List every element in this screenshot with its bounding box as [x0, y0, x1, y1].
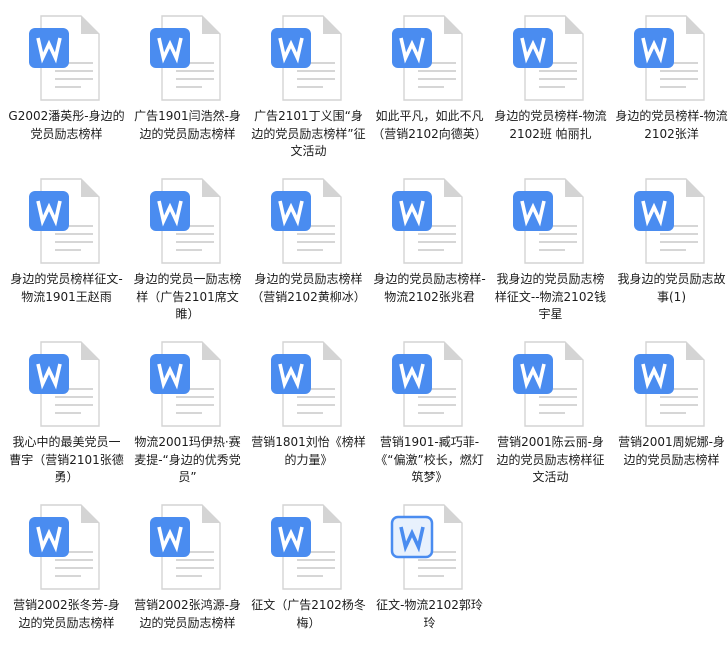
- file-item[interactable]: 我身边的党员励志故事(1): [611, 171, 728, 334]
- file-name-label: 身边的党员励志榜样-物流2102张兆君: [373, 272, 486, 304]
- file-item[interactable]: 身边的党员一励志榜样（广告2101席文睢）: [127, 171, 248, 334]
- word-doc-icon: [392, 15, 463, 101]
- file-item[interactable]: 广告2101丁义围“身边的党员励志榜样”征文活动: [248, 8, 369, 171]
- file-name-label: 营销1801刘怡《榜样的力量》: [251, 435, 366, 467]
- file-name-label: 营销2002张鸿源-身边的党员励志榜样: [134, 598, 241, 630]
- file-item[interactable]: 广告1901闫浩然-身边的党员励志榜样: [127, 8, 248, 171]
- file-item[interactable]: 我心中的最美党员一曹宇（营销2101张德勇）: [6, 334, 127, 497]
- file-item[interactable]: 征文-物流2102郭玲玲: [369, 497, 490, 660]
- word-doc-icon: [150, 178, 221, 264]
- word-doc-icon: [634, 341, 705, 427]
- file-name-label: 营销2001周妮娜-身边的党员励志榜样: [618, 435, 725, 467]
- file-name-label: 广告2101丁义围“身边的党员励志榜样”征文活动: [251, 109, 366, 158]
- word-doc-icon: [513, 15, 584, 101]
- file-item[interactable]: 营销2001周妮娜-身边的党员励志榜样: [611, 334, 728, 497]
- file-item[interactable]: 营销1801刘怡《榜样的力量》: [248, 334, 369, 497]
- word-doc-icon: [271, 15, 342, 101]
- file-item[interactable]: 我身边的党员励志榜样征文--物流2102钱宇星: [490, 171, 611, 334]
- file-item[interactable]: 营销2002张冬芳-身边的党员励志榜样: [6, 497, 127, 660]
- file-name-label: 身边的党员榜样-物流2102张洋: [615, 109, 728, 141]
- file-name-label: 我心中的最美党员一曹宇（营销2101张德勇）: [9, 435, 124, 484]
- word-doc-icon: [513, 341, 584, 427]
- file-name-label: 我身边的党员励志榜样征文--物流2102钱宇星: [494, 272, 607, 321]
- word-doc-icon: [150, 504, 221, 590]
- file-item[interactable]: 如此平凡，如此不凡（营销2102向德英）: [369, 8, 490, 171]
- file-item[interactable]: 身边的党员榜样-物流2102班 帕丽扎: [490, 8, 611, 171]
- file-name-label: 营销2002张冬芳-身边的党员励志榜样: [13, 598, 120, 630]
- word-doc-icon: [29, 15, 100, 101]
- word-doc-icon: [150, 341, 221, 427]
- word-doc-outlined-icon: [390, 504, 463, 590]
- word-doc-icon: [392, 341, 463, 427]
- word-doc-icon: [271, 341, 342, 427]
- file-item[interactable]: 身边的党员励志榜样-物流2102张兆君: [369, 171, 490, 334]
- file-name-label: 物流2001玛伊热·赛麦提-“身边的优秀党员”: [134, 435, 241, 484]
- file-name-label: 征文-物流2102郭玲玲: [376, 598, 483, 630]
- file-item[interactable]: 营销2002张鸿源-身边的党员励志榜样: [127, 497, 248, 660]
- word-doc-icon: [513, 178, 584, 264]
- file-item[interactable]: 身边的党员榜样-物流2102张洋: [611, 8, 728, 171]
- file-name-label: G2002潘英彤-身边的党员励志榜样: [8, 109, 125, 141]
- file-item[interactable]: 营销1901-臧巧菲-《“偏激”校长，燃灯筑梦》: [369, 334, 490, 497]
- file-item[interactable]: 征文（广告2102杨冬梅）: [248, 497, 369, 660]
- word-doc-icon: [29, 178, 100, 264]
- word-doc-icon: [634, 15, 705, 101]
- file-name-label: 营销1901-臧巧菲-《“偏激”校长，燃灯筑梦》: [375, 435, 484, 484]
- file-item[interactable]: 身边的党员榜样征文-物流1901王赵雨: [6, 171, 127, 334]
- file-name-label: 我身边的党员励志故事(1): [617, 272, 726, 304]
- word-doc-icon: [29, 504, 100, 590]
- word-doc-icon: [634, 178, 705, 264]
- file-item[interactable]: 身边的党员励志榜样（营销2102黄柳冰）: [248, 171, 369, 334]
- word-doc-icon: [271, 504, 342, 590]
- file-name-label: 征文（广告2102杨冬梅）: [251, 598, 366, 630]
- file-name-label: 身边的党员励志榜样（营销2102黄柳冰）: [251, 272, 366, 304]
- file-item[interactable]: 营销2001陈云丽-身边的党员励志榜样征文活动: [490, 334, 611, 497]
- word-doc-icon: [150, 15, 221, 101]
- file-grid: G2002潘英彤-身边的党员励志榜样 广告1901闫浩然-身边的党员励志榜样 广告2…: [6, 8, 728, 660]
- file-item[interactable]: G2002潘英彤-身边的党员励志榜样: [6, 8, 127, 171]
- file-name-label: 营销2001陈云丽-身边的党员励志榜样征文活动: [496, 435, 605, 484]
- file-name-label: 身边的党员榜样征文-物流1901王赵雨: [10, 272, 123, 304]
- file-item[interactable]: 物流2001玛伊热·赛麦提-“身边的优秀党员”: [127, 334, 248, 497]
- file-name-label: 身边的党员一励志榜样（广告2101席文睢）: [133, 272, 242, 321]
- word-doc-icon: [29, 341, 100, 427]
- file-name-label: 广告1901闫浩然-身边的党员励志榜样: [134, 109, 241, 141]
- file-name-label: 如此平凡，如此不凡（营销2102向德英）: [372, 109, 487, 141]
- file-name-label: 身边的党员榜样-物流2102班 帕丽扎: [494, 109, 607, 141]
- word-doc-icon: [271, 178, 342, 264]
- word-doc-icon: [392, 178, 463, 264]
